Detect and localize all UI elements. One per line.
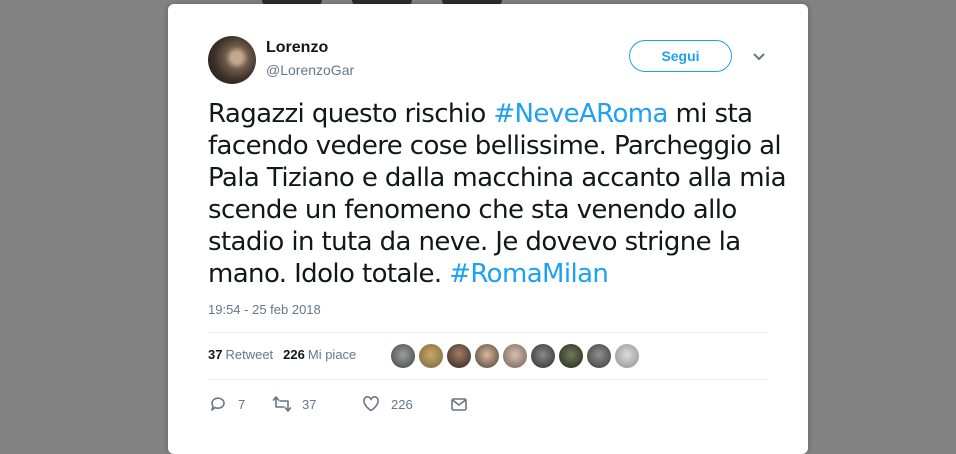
user-handle[interactable]: @LorenzoGar [266, 62, 354, 78]
divider [208, 332, 768, 333]
liker-avatar[interactable] [447, 344, 471, 368]
tweet-actions: 7 37 226 [208, 394, 469, 414]
reply-icon [211, 397, 225, 411]
tweet-text-part: Ragazzi questo rischio [208, 99, 494, 129]
follow-button[interactable]: Segui [629, 40, 732, 72]
hashtag-link[interactable]: #NeveARoma [493, 99, 668, 129]
liker-avatar[interactable] [615, 344, 639, 368]
chevron-down-icon[interactable] [752, 51, 766, 63]
message-button[interactable] [449, 394, 469, 414]
tweet-text: Ragazzi questo rischio #NeveARoma mi sta… [208, 98, 788, 290]
like-button[interactable]: 226 [361, 394, 449, 414]
reply-button[interactable]: 7 [208, 394, 272, 414]
liker-avatar[interactable] [475, 344, 499, 368]
timestamp[interactable]: 19:54 - 25 feb 2018 [208, 302, 321, 317]
user-name[interactable]: Lorenzo [266, 39, 328, 57]
liker-avatar[interactable] [531, 344, 555, 368]
liker-avatar[interactable] [419, 344, 443, 368]
like-stat[interactable]: 226 Mi piace [283, 347, 356, 362]
hashtag-link[interactable]: #RomaMilan [449, 259, 609, 289]
avatar[interactable] [208, 36, 256, 84]
mail-icon [451, 398, 467, 411]
divider [208, 379, 768, 380]
liker-avatars [391, 344, 639, 368]
liker-avatar[interactable] [587, 344, 611, 368]
tweet-card: Lorenzo @LorenzoGar Segui Ragazzi questo… [168, 4, 808, 454]
liker-avatar[interactable] [559, 344, 583, 368]
retweet-stat[interactable]: 37 Retweet [208, 347, 273, 362]
heart-icon [363, 396, 379, 412]
liker-avatar[interactable] [391, 344, 415, 368]
engagement-stats: 37 Retweet 226 Mi piace [208, 347, 356, 362]
liker-avatar[interactable] [503, 344, 527, 368]
retweet-icon [272, 396, 292, 412]
retweet-button[interactable]: 37 [272, 394, 361, 414]
